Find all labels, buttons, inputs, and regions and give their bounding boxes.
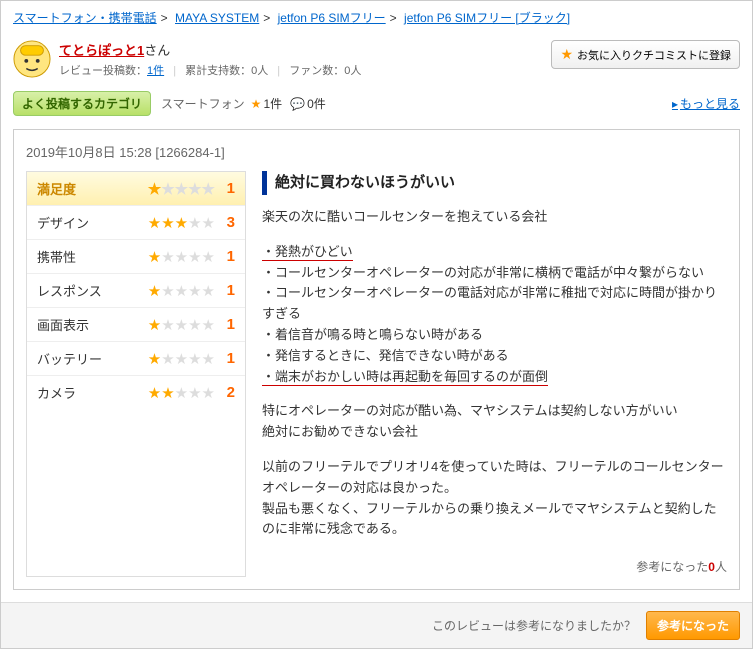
- star-icon: ★: [560, 46, 573, 63]
- star-icon: ★: [251, 97, 262, 111]
- category-item: スマートフォン: [161, 95, 245, 112]
- review-count-link[interactable]: 1件: [147, 65, 164, 77]
- rating-row: 携帯性★★★★★1: [27, 240, 245, 274]
- helpful-count: 参考になった0人: [262, 558, 727, 577]
- rating-row: 画面表示★★★★★1: [27, 308, 245, 342]
- avatar: [13, 40, 51, 78]
- breadcrumb-link[interactable]: jetfon P6 SIMフリー [ブラック]: [404, 11, 570, 25]
- category-label: よく投稿するカテゴリ: [13, 91, 151, 116]
- bubble-icon: 💬: [290, 97, 305, 111]
- breadcrumb: スマートフォン・携帯電話> MAYA SYSTEM> jetfon P6 SIM…: [1, 1, 752, 34]
- breadcrumb-link[interactable]: スマートフォン・携帯電話: [13, 11, 157, 25]
- user-stats: レビュー投稿数：1件 | 累計支持数：0人 | ファン数：0人: [59, 62, 551, 78]
- review-date: 2019年10月8日 15:28 [1266284-1]: [26, 142, 727, 161]
- user-suffix: さん: [144, 43, 170, 58]
- review-title: 絶対に買わないほうがいい: [262, 171, 727, 195]
- favorite-button[interactable]: ★ お気に入りクチコミストに登録: [551, 40, 740, 69]
- user-name-link[interactable]: てとらぽっと1: [59, 43, 144, 58]
- rating-row: 満足度★★★★★1: [27, 172, 245, 206]
- rating-row: バッテリー★★★★★1: [27, 342, 245, 376]
- footer-bar: このレビューは参考になりましたか？ 参考になった: [1, 602, 752, 648]
- review-text: 楽天の次に酷いコールセンターを抱えている会社 ・発熱がひどい ・コールセンターオ…: [262, 207, 727, 540]
- more-link[interactable]: もっと見る: [672, 95, 740, 112]
- breadcrumb-link[interactable]: jetfon P6 SIMフリー: [278, 11, 386, 25]
- helpful-button[interactable]: 参考になった: [646, 611, 740, 640]
- breadcrumb-link[interactable]: MAYA SYSTEM: [175, 11, 259, 25]
- rating-row: レスポンス★★★★★1: [27, 274, 245, 308]
- footer-question: このレビューは参考になりましたか？: [432, 617, 636, 634]
- review-box: 2019年10月8日 15:28 [1266284-1] 満足度★★★★★1デザ…: [13, 129, 740, 590]
- ratings-table: 満足度★★★★★1デザイン★★★★★3携帯性★★★★★1レスポンス★★★★★1画…: [26, 171, 246, 577]
- rating-row: デザイン★★★★★3: [27, 206, 245, 240]
- rating-row: カメラ★★★★★2: [27, 376, 245, 409]
